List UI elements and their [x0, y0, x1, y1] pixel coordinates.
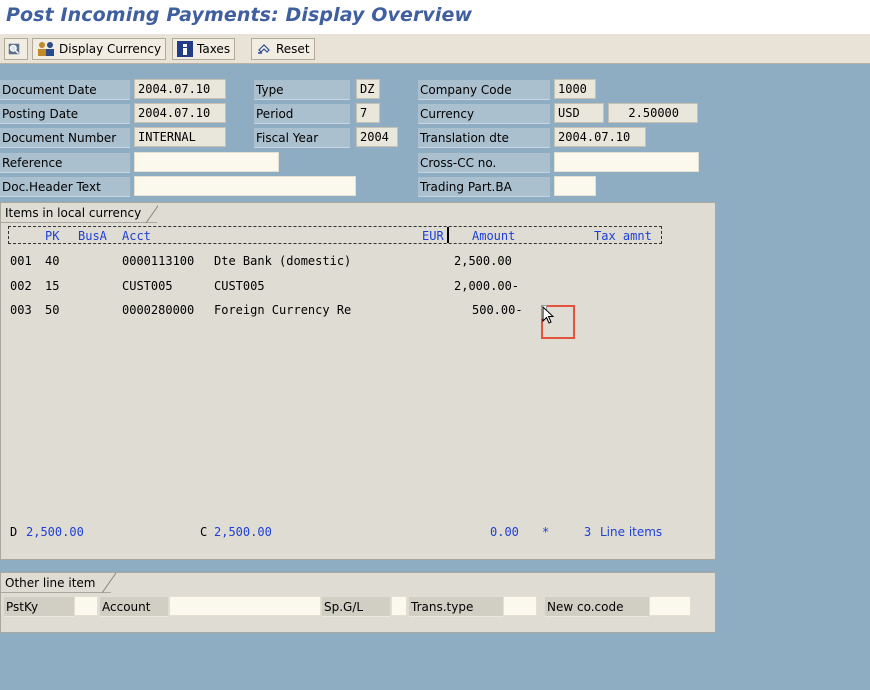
row-account: 0000280000 — [122, 303, 195, 317]
new-company-code-label: New co.code — [545, 597, 649, 617]
special-gl-input[interactable] — [391, 596, 407, 616]
col-acct: Acct — [122, 229, 151, 243]
reset-icon — [258, 44, 270, 54]
reference-label: Reference — [0, 153, 130, 173]
people-icon — [38, 42, 54, 56]
application-toolbar: Display Currency Taxes Reset — [0, 34, 870, 64]
row-number: 002 — [10, 279, 32, 293]
credit-total: 2,500.00 — [214, 525, 272, 539]
row-pk: 50 — [45, 303, 60, 317]
type-label: Type — [254, 80, 350, 100]
company-code-label: Company Code — [418, 80, 550, 100]
fiscal-year-label: Fiscal Year — [254, 128, 350, 148]
translation-date-field: 2004.07.10 — [554, 127, 646, 147]
posting-date-label: Posting Date — [0, 104, 130, 124]
fiscal-year-field: 2004 — [356, 127, 398, 147]
title-bar: Post Incoming Payments: Display Overview — [0, 0, 870, 34]
items-tab: Items in local currency — [1, 203, 158, 223]
taxes-button[interactable]: Taxes — [172, 38, 236, 60]
row-description: Foreign Currency Re — [214, 303, 352, 317]
exchange-rate-field: 2.50000 — [608, 103, 698, 123]
period-label: Period — [254, 104, 350, 124]
trading-part-input[interactable] — [554, 176, 596, 196]
items-group: Items in local currency — [0, 202, 716, 560]
special-gl-label: Sp.G/L — [322, 597, 390, 617]
trading-part-label: Trading Part.BA — [418, 177, 550, 197]
line-items-label: Line items — [600, 525, 663, 539]
reference-input[interactable] — [134, 152, 279, 172]
debit-total: 2,500.00 — [26, 525, 84, 539]
row-amount: 500.00- — [472, 303, 523, 317]
currency-label: Currency — [418, 104, 550, 124]
row-number: 001 — [10, 254, 32, 268]
balance-total: 0.00 — [490, 525, 519, 539]
other-line-item-tab: Other line item — [1, 573, 112, 593]
display-currency-button[interactable]: Display Currency — [32, 38, 167, 60]
new-company-code-input[interactable] — [649, 596, 691, 616]
row-pk: 40 — [45, 254, 60, 268]
document-date-field: 2004.07.10 — [134, 79, 226, 99]
mouse-pointer-icon — [542, 306, 555, 324]
row-number: 003 — [10, 303, 32, 317]
col-busa: BusA — [78, 229, 107, 243]
items-tab-edge — [146, 204, 158, 223]
currency-field: USD — [554, 103, 604, 123]
row-amount: 2,500.00 — [454, 254, 512, 268]
doc-header-text-input[interactable] — [134, 176, 356, 196]
translation-date-label: Translation dte — [418, 128, 550, 148]
trans-type-input[interactable] — [503, 596, 537, 616]
col-currency: EUR — [422, 229, 444, 243]
cross-cc-input[interactable] — [554, 152, 699, 172]
document-number-label: Document Number — [0, 128, 130, 148]
posting-key-label: PstKy — [4, 597, 74, 617]
magnify-icon — [8, 43, 20, 55]
reset-label: Reset — [276, 42, 310, 56]
reset-button[interactable]: Reset — [251, 38, 315, 60]
col-tax-amount: Tax amnt — [594, 229, 652, 243]
other-tab-edge — [102, 573, 117, 593]
document-number-field: INTERNAL — [134, 127, 226, 147]
info-icon — [177, 41, 193, 57]
credit-label: C — [200, 525, 208, 539]
cross-cc-label: Cross-CC no. — [418, 153, 550, 173]
row-description: Dte Bank (domestic) — [214, 254, 352, 268]
row-pk: 15 — [45, 279, 60, 293]
text-cursor — [447, 227, 449, 243]
doc-header-text-label: Doc.Header Text — [0, 177, 130, 197]
debit-label: D — [10, 525, 18, 539]
type-field: DZ — [356, 79, 380, 99]
company-code-field: 1000 — [554, 79, 596, 99]
period-field: 7 — [356, 103, 380, 123]
posting-date-field: 2004.07.10 — [134, 103, 226, 123]
posting-key-input[interactable] — [74, 596, 98, 616]
overview-button[interactable] — [4, 38, 28, 60]
row-account: 0000113100 — [122, 254, 195, 268]
taxes-label: Taxes — [197, 42, 231, 56]
trans-type-label: Trans.type — [409, 597, 503, 617]
row-description: CUST005 — [214, 279, 265, 293]
document-date-label: Document Date — [0, 80, 130, 100]
row-account: CUST005 — [122, 279, 173, 293]
page-title: Post Incoming Payments: Display Overview — [6, 4, 473, 26]
row-amount: 2,000.00- — [454, 279, 520, 293]
account-label: Account — [100, 597, 168, 617]
display-currency-label: Display Currency — [59, 42, 162, 56]
balance-indicator: * — [542, 525, 550, 539]
col-pk: PK — [45, 229, 60, 243]
col-amount: Amount — [472, 229, 516, 243]
account-input[interactable] — [169, 596, 321, 616]
line-item-count: 3 — [584, 525, 592, 539]
